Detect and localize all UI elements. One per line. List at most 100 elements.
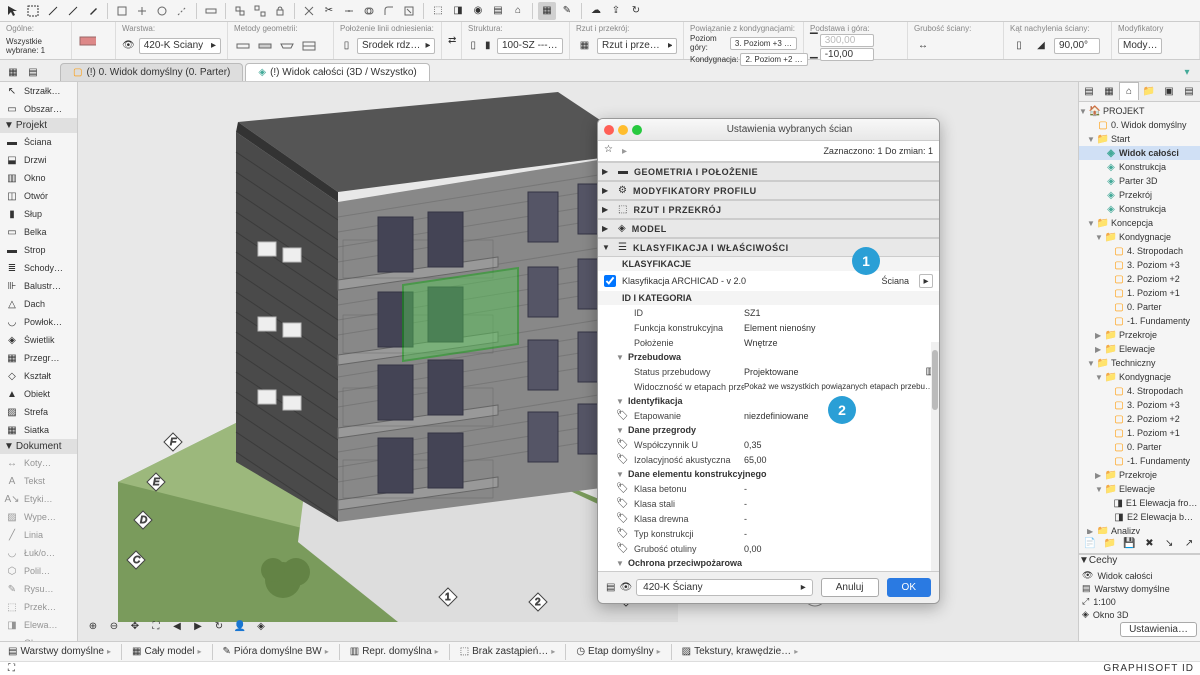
refresh-icon[interactable]: ↻ [627, 2, 645, 20]
tree-folder-techniczny[interactable]: ▼📁Techniczny [1079, 356, 1200, 370]
tree-folder-elewacje2[interactable]: ▼📁Elewacje [1079, 482, 1200, 496]
tree-root[interactable]: ▼🏠PROJEKT [1079, 104, 1200, 118]
struct2-icon[interactable]: ▮ [483, 37, 494, 55]
section-model[interactable]: ▶◈MODEL [598, 219, 939, 238]
intersect-icon[interactable] [360, 2, 378, 20]
tree-item[interactable]: ▢2. Poziom +2 [1079, 272, 1200, 286]
tool-wall[interactable]: ▬Ściana [0, 133, 77, 151]
row-otul[interactable]: 🏷Grubość otuliny0,00 [598, 541, 939, 556]
brush-icon[interactable] [64, 2, 82, 20]
tool-opening[interactable]: ◫Otwór [0, 187, 77, 205]
tool-stairs[interactable]: ≣Schody… [0, 259, 77, 277]
tool-fill[interactable]: ▨Wype… [0, 508, 77, 526]
nav-icon-2[interactable]: ▦ [1099, 82, 1119, 100]
pan-icon[interactable]: ✥ [126, 617, 144, 635]
split-icon[interactable]: ✂ [320, 2, 338, 20]
row-widok[interactable]: Widoczność w etapach przebu…Pokaż we wsz… [598, 379, 939, 394]
cloud-icon[interactable]: ☁ [587, 2, 605, 20]
angle1-icon[interactable]: ▯ [1010, 37, 1028, 55]
marquee-icon[interactable] [24, 2, 42, 20]
elev-icon[interactable]: ◨ [449, 2, 467, 20]
tree-folder-analizy[interactable]: ▶📁Analizy [1079, 524, 1200, 534]
tree-folder-start[interactable]: ▼📁Start [1079, 132, 1200, 146]
row-ogien[interactable]: 🏷Klasa odporności ogniowej- [598, 570, 939, 571]
close-icon[interactable] [604, 125, 614, 135]
draw-icon[interactable] [44, 2, 62, 20]
detail-icon[interactable]: ◉ [469, 2, 487, 20]
tree-folder-kondygnacje[interactable]: ▼📁Kondygnacje [1079, 230, 1200, 244]
tool-area[interactable]: ▭Obszar… [0, 100, 77, 118]
favorite-icon[interactable]: ☆ [604, 144, 618, 158]
plan-icon[interactable]: ▦ [576, 37, 593, 55]
zoomin-icon[interactable]: ⊕ [84, 617, 102, 635]
struct-dropdown[interactable]: 100-SZ ---- S… [497, 38, 563, 54]
tool-text[interactable]: ATekst [0, 472, 77, 490]
row-u[interactable]: 🏷Współczynnik U0,35 [598, 437, 939, 452]
walk-icon[interactable]: 👤 [231, 617, 249, 635]
tree-folder-elewacje[interactable]: ▶📁Elewacje [1079, 342, 1200, 356]
tool-sect[interactable]: ⬚Przek… [0, 598, 77, 616]
grid-icon[interactable]: ▦ [538, 2, 556, 20]
section-plan[interactable]: ▶⬚RZUT I PRZEKRÓJ [598, 200, 939, 219]
chevron-right-icon[interactable]: ▸ [622, 146, 627, 157]
classif-picker-button[interactable]: ▸ [919, 274, 933, 288]
prop-row-settings[interactable]: Ustawienia… [1082, 621, 1197, 638]
nav-icon-layout[interactable]: ▣ [1159, 82, 1179, 100]
nav-folder-icon[interactable]: 📁 [1101, 535, 1119, 553]
tool-line[interactable]: ╱Linia [0, 526, 77, 544]
geom2-icon[interactable] [256, 37, 274, 55]
flip-icon[interactable]: ⇄ [448, 32, 456, 50]
tool-arc[interactable]: ◡Łuk/o… [0, 544, 77, 562]
tab-floorplan[interactable]: ▢(!) 0. Widok domyślny (0. Parter) [60, 63, 243, 81]
nav-del-icon[interactable]: ✖ [1140, 535, 1158, 553]
section-mods[interactable]: ▶⚙MODYFIKATORY PROFILU [598, 181, 939, 200]
tool-mesh[interactable]: ▦Siatka [0, 421, 77, 439]
tab-grid1-icon[interactable]: ▦ [4, 63, 22, 81]
prop-row-scale[interactable]: ⤢1:100 [1082, 595, 1197, 608]
row-typ[interactable]: 🏷Typ konstrukcji- [598, 526, 939, 541]
tree-item[interactable]: ▢3. Poziom +3 [1079, 398, 1200, 412]
row-status[interactable]: Status przebudowyProjektowane▥ [598, 364, 939, 379]
tree-item[interactable]: ▢-1. Fundamenty [1079, 314, 1200, 328]
tool-object[interactable]: ▲Obiekt [0, 385, 77, 403]
wall-element-icon[interactable] [78, 32, 96, 50]
trim-icon[interactable] [300, 2, 318, 20]
eye-icon[interactable]: 👁 [122, 40, 135, 51]
trace-icon[interactable]: ✎ [558, 2, 576, 20]
row-stal[interactable]: 🏷Klasa stali- [598, 496, 939, 511]
pg-bot-input[interactable] [820, 48, 874, 61]
group-ident[interactable]: ▼Identyfikacja [598, 394, 939, 408]
tool-window[interactable]: ▥Okno [0, 169, 77, 187]
props-header[interactable]: ▼Cechy [1079, 555, 1200, 566]
snap-icon[interactable] [113, 2, 131, 20]
tree-item[interactable]: ▢4. Stropodach [1079, 384, 1200, 398]
tree-folder-kondygnacje2[interactable]: ▼📁Kondygnacje [1079, 370, 1200, 384]
classif-checkbox[interactable] [604, 275, 616, 287]
row-id[interactable]: IDSZ1 [598, 305, 939, 320]
zoomout-icon[interactable]: ⊖ [105, 617, 123, 635]
group-ochrona[interactable]: ▼Ochrona przeciwpożarowa [598, 556, 939, 570]
adjust-icon[interactable] [340, 2, 358, 20]
row-loc[interactable]: PołożenieWnętrze [598, 335, 939, 350]
pg-top-input[interactable] [820, 34, 874, 47]
snap3-icon[interactable] [153, 2, 171, 20]
tree-folder-przekroje2[interactable]: ▶📁Przekroje [1079, 468, 1200, 482]
top-dropdown[interactable]: 3. Poziom +3 … [730, 37, 797, 50]
cursor-icon[interactable] [4, 2, 22, 20]
tree-item[interactable]: ◈Przekrój [1079, 188, 1200, 202]
scrollbar-thumb[interactable] [932, 350, 938, 410]
nav-icon-1[interactable]: ▤ [1079, 82, 1099, 100]
tool-elev[interactable]: ◨Elewa… [0, 616, 77, 634]
tree-item[interactable]: ▢0. Parter [1079, 300, 1200, 314]
share-icon[interactable]: ⇪ [607, 2, 625, 20]
tool-roof[interactable]: △Dach [0, 295, 77, 313]
angle2-icon[interactable]: ◢ [1032, 37, 1050, 55]
angle-input[interactable] [1054, 38, 1100, 54]
nav-in-icon[interactable]: ↘ [1160, 535, 1178, 553]
group-elem[interactable]: ▼Dane elementu konstrukcyjnego [598, 467, 939, 481]
geom3-icon[interactable] [278, 37, 296, 55]
struct1-icon[interactable]: ▯ [468, 37, 479, 55]
fit-icon[interactable]: ⛶ [147, 617, 165, 635]
nav-icon-home[interactable]: ⌂ [1119, 82, 1139, 100]
tool-area2[interactable]: ▭Obsza… [0, 634, 77, 641]
